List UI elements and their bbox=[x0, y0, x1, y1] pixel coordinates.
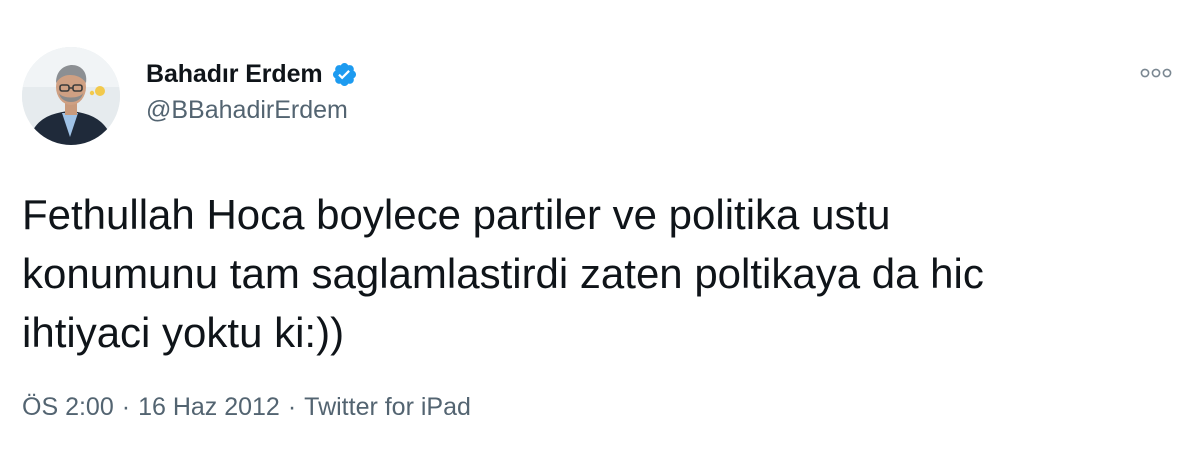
profile-photo-icon bbox=[22, 47, 120, 145]
tweet-date-link[interactable]: 16 Haz 2012 bbox=[138, 393, 280, 422]
author-block: Bahadır Erdem @BBahadirErdem bbox=[146, 58, 358, 128]
tweet-card: Bahadır Erdem @BBahadirErdem Fethullah H… bbox=[0, 0, 1200, 457]
more-options-icon[interactable] bbox=[1134, 58, 1178, 88]
meta-separator: · bbox=[121, 393, 131, 421]
name-row: Bahadır Erdem bbox=[146, 58, 358, 90]
tweet-meta: ÖS 2:00 · 16 Haz 2012 · Twitter for iPad bbox=[22, 393, 471, 422]
verified-badge-icon bbox=[331, 61, 358, 88]
user-handle[interactable]: @BBahadirErdem bbox=[146, 96, 358, 125]
tweet-time-link[interactable]: ÖS 2:00 bbox=[22, 393, 114, 422]
tweet-text: Fethullah Hoca boylece partiler ve polit… bbox=[22, 191, 984, 356]
tweet-source-link[interactable]: Twitter for iPad bbox=[304, 393, 471, 422]
avatar[interactable] bbox=[22, 47, 120, 145]
meta-separator: · bbox=[287, 393, 297, 421]
display-name[interactable]: Bahadır Erdem bbox=[146, 60, 323, 89]
